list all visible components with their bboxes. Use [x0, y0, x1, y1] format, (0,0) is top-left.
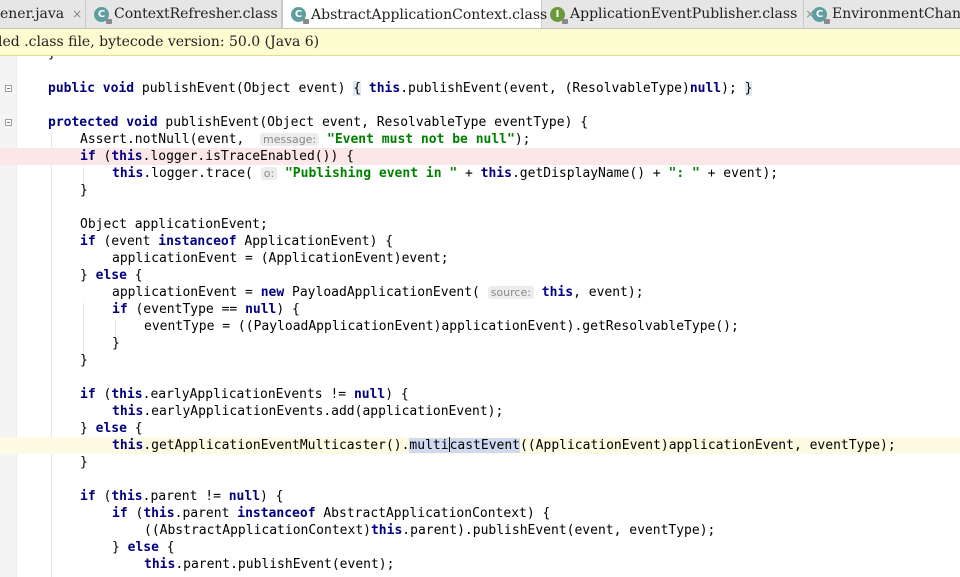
code-line: }: [80, 353, 88, 368]
tab-label: ContextRefresher.class: [114, 6, 278, 22]
class-icon: C: [812, 6, 830, 24]
lock-icon: [106, 18, 112, 24]
code-line: public void publishEvent(Object event) {…: [48, 81, 753, 96]
code-line: } else {: [80, 421, 143, 436]
code-line: } else {: [112, 540, 175, 555]
code-line: }: [80, 183, 88, 198]
code-line: if (eventType == null) {: [112, 302, 300, 317]
parameter-hint: message:: [260, 133, 320, 146]
tab-abstract-application-context[interactable]: C AbstractApplicationContext.class ×: [282, 0, 565, 28]
tab-environment-change[interactable]: C EnvironmentChang: [804, 0, 960, 28]
code-line: this.logger.trace( o: "Publishing event …: [112, 166, 779, 181]
interface-icon: I: [550, 6, 568, 24]
lock-icon: [562, 18, 568, 24]
code-line: applicationEvent = new PayloadApplicatio…: [112, 285, 644, 300]
code-line: if (this.parent != null) {: [80, 489, 284, 504]
class-icon: C: [291, 7, 309, 24]
tab-label: ener.java: [0, 6, 65, 22]
close-icon[interactable]: ×: [72, 7, 82, 21]
code-line: protected void publishEvent(Object event…: [48, 115, 589, 130]
tab-label: ApplicationEventPublisher.class: [570, 6, 798, 22]
class-icon: C: [94, 6, 112, 24]
code-line: eventType = ((PayloadApplicationEvent)ap…: [144, 319, 739, 334]
code-line: } else {: [80, 268, 143, 283]
tab-context-refresher[interactable]: C ContextRefresher.class ×: [86, 0, 296, 28]
code-line: Assert.notNull(event, message: "Event mu…: [80, 132, 531, 147]
tab-label: AbstractApplicationContext.class: [311, 6, 548, 23]
code-line: }: [80, 455, 88, 470]
decompiled-class-banner: led .class file, bytecode version: 50.0 …: [0, 29, 960, 56]
code-line: applicationEvent = (ApplicationEvent)eve…: [112, 251, 449, 266]
code-line: }: [0, 56, 960, 62]
code-line: if (this.earlyApplicationEvents != null)…: [80, 387, 409, 402]
code-line-breakpoint: if (this.logger.isTraceEnabled()) {: [0, 148, 960, 165]
parameter-hint: o:: [260, 167, 278, 180]
code-line: }: [112, 336, 120, 351]
code-line-current: this.getApplicationEventMulticaster().mu…: [0, 437, 960, 454]
code-editor[interactable]: } public void publishEvent(Object event)…: [0, 56, 960, 577]
editor-tab-bar: ener.java × C ContextRefresher.class × C…: [0, 0, 960, 29]
tab-application-event-publisher[interactable]: I ApplicationEventPublisher.class ×: [542, 0, 815, 28]
code-line: if (event instanceof ApplicationEvent) {: [80, 234, 394, 249]
lock-icon: [303, 19, 309, 24]
code-line: Object applicationEvent;: [80, 217, 268, 232]
code-line: if (this.parent instanceof AbstractAppli…: [112, 506, 551, 521]
tab-label: EnvironmentChang: [832, 6, 960, 22]
code-line: this.parent.publishEvent(event);: [144, 557, 395, 572]
code-line: ((AbstractApplicationContext)this.parent…: [144, 523, 716, 538]
code-line: this.earlyApplicationEvents.add(applicat…: [112, 404, 504, 419]
tab-listener-java[interactable]: ener.java ×: [0, 0, 86, 28]
lock-icon: [824, 18, 830, 24]
parameter-hint: source:: [487, 286, 534, 299]
banner-text: led .class file, bytecode version: 50.0 …: [0, 34, 320, 50]
